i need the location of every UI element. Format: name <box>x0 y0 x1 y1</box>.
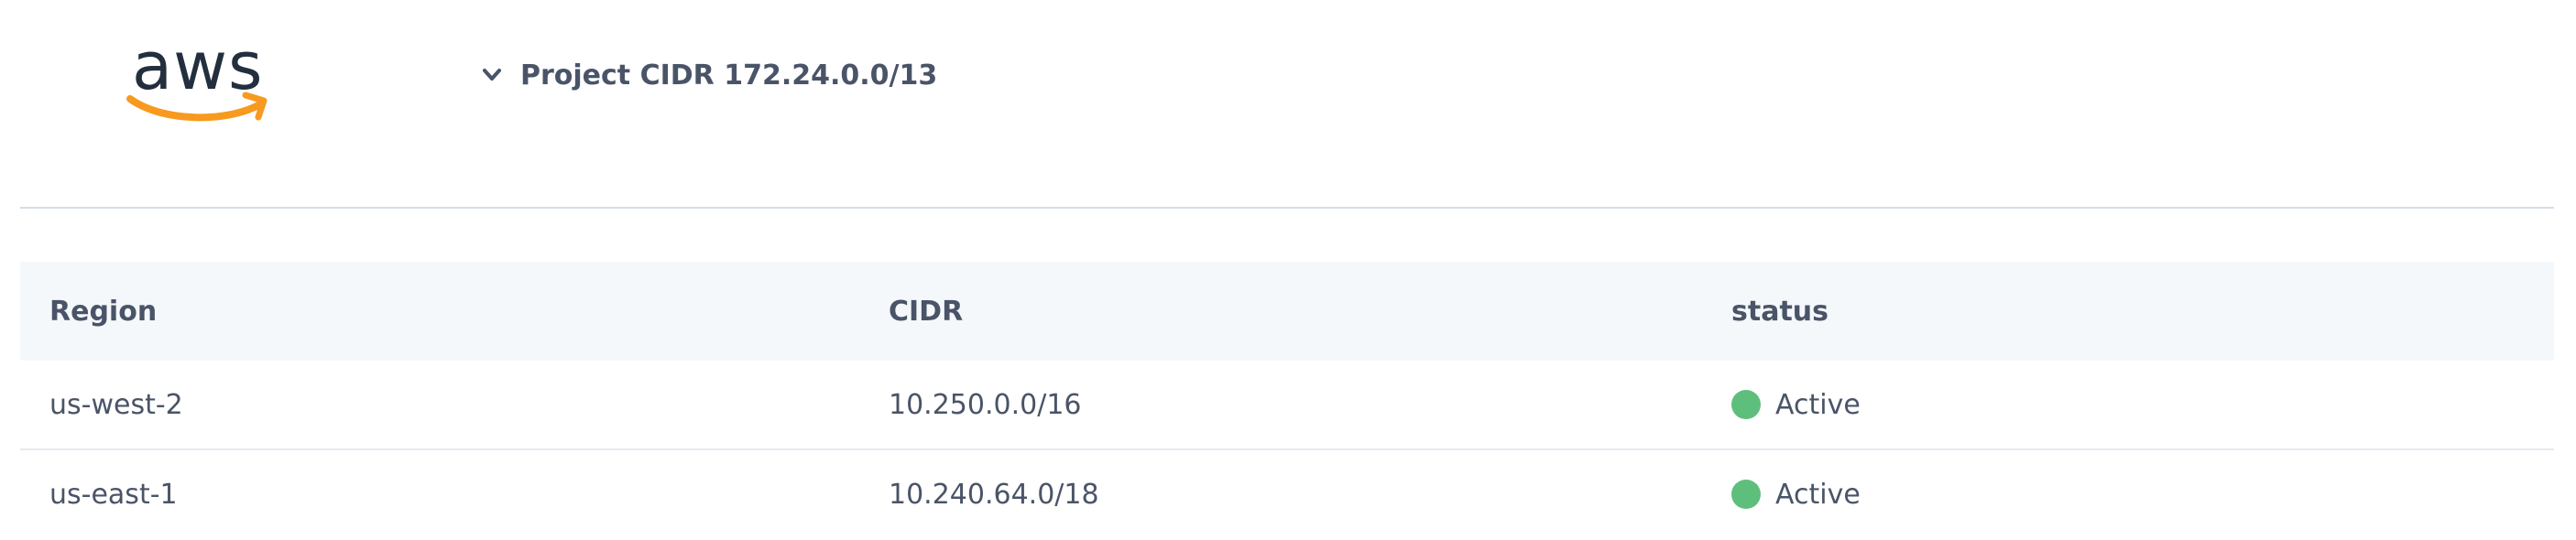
status-active-icon <box>1731 390 1761 419</box>
column-header-status: status <box>1731 295 1828 328</box>
status-active-icon <box>1731 480 1761 509</box>
project-cidr-toggle[interactable]: Project CIDR 172.24.0.0/13 <box>476 53 937 97</box>
row-region: us-east-1 <box>49 478 178 511</box>
page-header: aws Project CIDR 172.24.0.0/13 <box>0 0 2576 207</box>
row-status: Active <box>1731 361 1861 448</box>
header-divider <box>20 207 2554 209</box>
status-label: Active <box>1775 388 1861 421</box>
table-row: us-west-2 10.250.0.0/16 Active <box>20 361 2554 450</box>
project-cidr-label: Project CIDR 172.24.0.0/13 <box>520 59 938 92</box>
table-header: Region CIDR status <box>20 262 2554 361</box>
row-cidr: 10.250.0.0/16 <box>889 388 1082 421</box>
regions-table: Region CIDR status us-west-2 10.250.0.0/… <box>20 262 2554 538</box>
aws-smile-icon <box>126 92 267 122</box>
chevron-down-icon[interactable] <box>476 59 508 91</box>
row-status: Active <box>1731 450 1861 538</box>
column-header-cidr: CIDR <box>889 295 964 328</box>
table-row: us-east-1 10.240.64.0/18 Active <box>20 450 2554 538</box>
aws-logo: aws <box>126 27 273 130</box>
status-label: Active <box>1775 478 1861 511</box>
row-region: us-west-2 <box>49 388 183 421</box>
column-header-region: Region <box>49 295 158 328</box>
row-cidr: 10.240.64.0/18 <box>889 478 1099 511</box>
